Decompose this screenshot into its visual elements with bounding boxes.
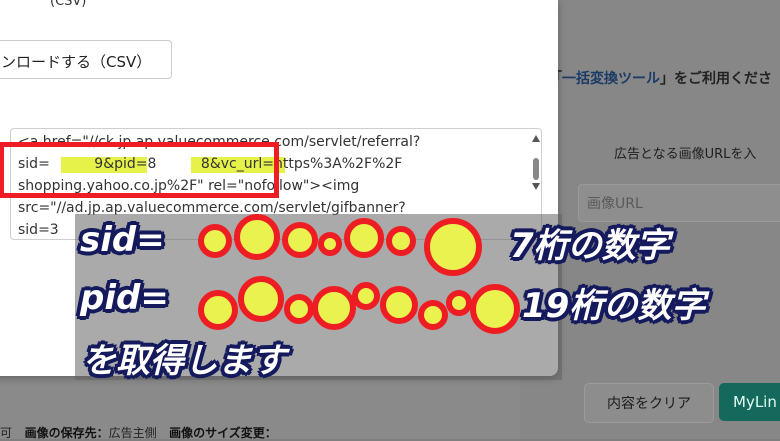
scroll-thumb[interactable]	[533, 158, 539, 180]
code-line: sid=3	[18, 222, 59, 238]
save-dest-label: 画像の保存先：	[24, 426, 109, 440]
sid-annotation-prefix: sid=	[80, 220, 165, 260]
sid-pid-highlight-frame	[0, 142, 279, 198]
acquire-annotation: を取得します	[82, 341, 286, 381]
pid-digit-dot	[312, 286, 356, 330]
download-csv-label: ンロードする（CSV）	[1, 53, 152, 71]
sid-digit-dot	[424, 218, 482, 276]
pid-digit-dot	[284, 294, 314, 324]
image-settings-row: 可 画像の保存先：広告主側 画像のサイズ変更：	[0, 424, 277, 441]
image-url-label: 広告となる画像URLを入	[614, 147, 757, 162]
sid-digit-dot	[282, 222, 318, 258]
image-url-input[interactable]: 画像URL	[578, 184, 780, 222]
tool-notice: 「一括変換ツール」をご利用くださ	[548, 68, 772, 88]
pid-digit-dot	[380, 286, 418, 324]
modal-top-fragment: (CSV)	[50, 0, 87, 9]
sid-digit-dot	[344, 218, 384, 258]
sid-annotation-suffix: 7桁の数字	[510, 226, 670, 266]
bottom-left-fragment: 可	[0, 426, 13, 440]
scroll-down-arrow-icon[interactable]	[532, 183, 540, 190]
pid-digit-dot	[418, 300, 448, 330]
sid-digit-dot	[198, 224, 232, 258]
pid-digit-dot	[446, 290, 472, 316]
bulk-convert-tool-link[interactable]: 一括変換ツール	[562, 71, 660, 87]
pid-digit-dot	[198, 290, 238, 330]
save-dest-value: 広告主側	[108, 426, 157, 440]
resize-label: 画像のサイズ変更：	[169, 426, 277, 440]
sid-digit-dot	[234, 214, 280, 260]
sid-digit-dot	[386, 226, 416, 256]
scroll-up-arrow-icon[interactable]	[532, 135, 540, 142]
tool-notice-suffix: 」をご利用くださ	[660, 71, 772, 87]
image-url-placeholder: 画像URL	[587, 196, 643, 212]
sid-digit-dot	[318, 232, 342, 256]
download-csv-button[interactable]: ンロードする（CSV）	[0, 40, 172, 79]
mylink-button[interactable]: MyLin	[719, 383, 780, 421]
clear-content-button[interactable]: 内容をクリア	[584, 383, 714, 423]
pid-annotation-prefix: pid=	[80, 278, 169, 318]
pid-digit-dot	[238, 276, 284, 322]
pid-annotation-suffix: 19桁の数字	[522, 286, 706, 326]
pid-digit-dot	[352, 282, 380, 310]
pid-digit-dot	[470, 284, 520, 334]
